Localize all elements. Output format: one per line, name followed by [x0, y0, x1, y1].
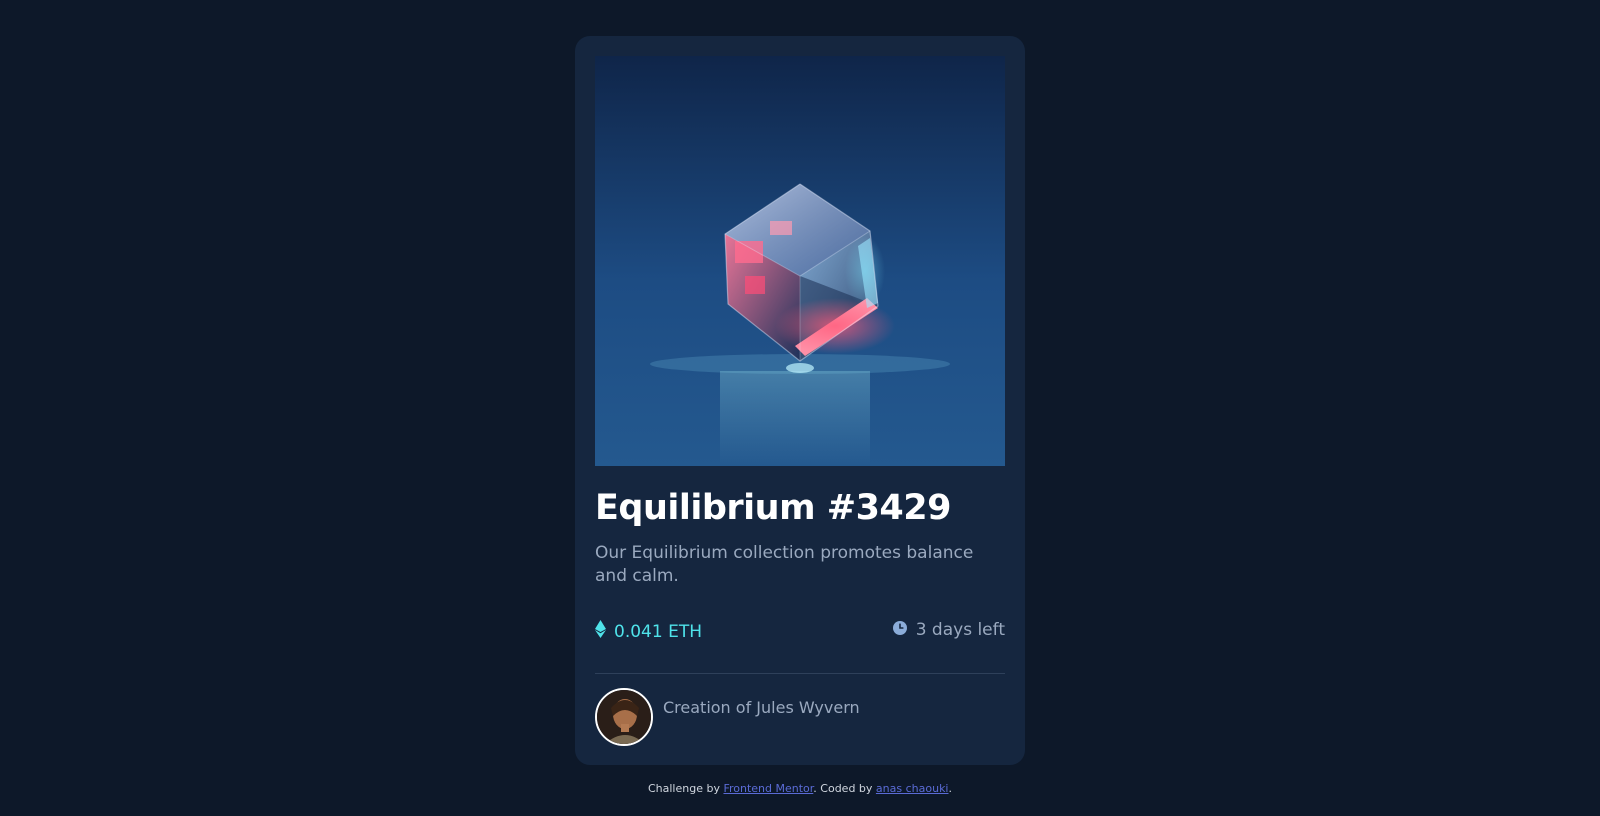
nft-description: Our Equilibrium collection promotes bala… [595, 543, 974, 586]
card-divider [595, 673, 1005, 674]
attribution-suffix: . [948, 782, 953, 795]
ethereum-icon [595, 620, 606, 643]
equilibrium-image[interactable] [595, 56, 1005, 466]
clock-icon [892, 620, 907, 640]
creator-prefix: Creation of [663, 698, 752, 717]
price-value: 0.041 ETH [614, 621, 702, 642]
author-link[interactable]: anas chaouki [876, 782, 949, 795]
price-info: 0.041 ETH [595, 620, 702, 643]
creator-name-link[interactable]: Jules Wyvern [756, 698, 859, 717]
attribution: Challenge by Frontend Mentor. Coded by a… [0, 782, 1600, 795]
creator-line: Creation of Jules Wyvern [663, 698, 860, 717]
time-info: 3 days left [892, 620, 1005, 640]
nft-title[interactable]: Equilibrium #3429 [595, 488, 952, 528]
cube-illustration [595, 56, 1005, 466]
nft-card: Equilibrium #3429 Our Equilibrium collec… [575, 36, 1025, 765]
time-left-value: 3 days left [915, 620, 1005, 640]
frontend-mentor-link[interactable]: Frontend Mentor [723, 782, 813, 795]
attribution-challenge-prefix: Challenge by [647, 782, 720, 795]
attribution-coded-prefix: . Coded by [813, 782, 873, 795]
creator-avatar [595, 688, 653, 746]
